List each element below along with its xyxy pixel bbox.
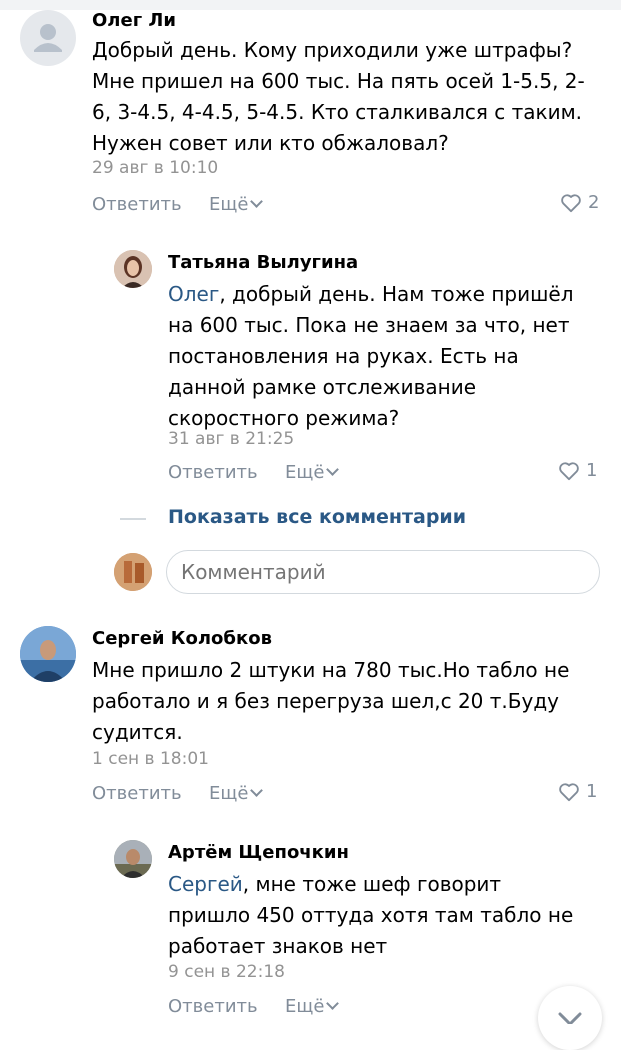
heart-icon: [559, 461, 579, 480]
reply-button[interactable]: Ответить: [92, 194, 182, 215]
avatar[interactable]: [114, 250, 152, 288]
current-user-avatar: [114, 553, 152, 591]
comment-date[interactable]: 29 авг в 10:10: [92, 158, 218, 178]
scroll-down-button[interactable]: [538, 986, 602, 1050]
reply-button[interactable]: Ответить: [92, 783, 182, 804]
comment-body: , добрый день. Нам тоже пришёл на 600 ты…: [168, 282, 574, 430]
like-button[interactable]: 2: [560, 192, 599, 213]
chevron-down-icon: [250, 195, 264, 208]
more-label: Ещё: [285, 462, 325, 483]
like-count: 2: [588, 192, 600, 213]
mention-link[interactable]: Олег: [168, 282, 219, 306]
comment-text: Сергей, мне тоже шеф говорит пришло 450 …: [168, 869, 588, 962]
comment-text: Добрый день. Кому приходили уже штрафы? …: [92, 38, 585, 155]
comment-date[interactable]: 9 сен в 22:18: [168, 962, 285, 982]
chevron-down-icon: [326, 463, 340, 476]
like-button[interactable]: 1: [558, 781, 597, 802]
show-all-comments-link[interactable]: Показать все комментарии: [168, 506, 466, 528]
more-label: Ещё: [285, 996, 325, 1017]
heart-icon: [561, 193, 581, 212]
comment-author[interactable]: Сергей Колобков: [92, 628, 272, 649]
comment-actions: Ответить Ещё 1: [92, 781, 602, 813]
top-band: [0, 0, 621, 10]
more-button[interactable]: Ещё: [285, 996, 340, 1017]
comment-text: Мне пришло 2 штуки на 780 тыс.Но табло н…: [92, 658, 570, 744]
more-button[interactable]: Ещё: [209, 194, 264, 215]
comment-author[interactable]: Артём Щепочкин: [168, 842, 349, 863]
user-photo: [114, 840, 152, 878]
chevron-down-icon: [250, 784, 264, 797]
avatar[interactable]: [20, 10, 76, 66]
user-photo: [114, 250, 152, 288]
more-label: Ещё: [209, 194, 249, 215]
mention-link[interactable]: Сергей: [168, 872, 243, 896]
reply-button[interactable]: Ответить: [168, 462, 258, 483]
avatar[interactable]: [114, 840, 152, 878]
like-count: 1: [586, 781, 598, 802]
more-label: Ещё: [209, 783, 249, 804]
comment-author[interactable]: Татьяна Вылугина: [168, 252, 358, 273]
comment-actions: Ответить Ещё 2: [92, 192, 602, 224]
comment-actions: Ответить Ещё: [168, 996, 528, 1026]
heart-icon: [559, 782, 579, 801]
avatar[interactable]: [20, 626, 76, 682]
chevron-down-icon: [558, 1012, 582, 1026]
user-photo: [20, 626, 76, 682]
comment-input[interactable]: [166, 550, 600, 594]
user-photo: [114, 553, 152, 591]
like-button[interactable]: 1: [558, 460, 597, 481]
more-button[interactable]: Ещё: [285, 462, 340, 483]
reply-button[interactable]: Ответить: [168, 996, 258, 1017]
default-user-avatar-icon: [34, 24, 62, 52]
comment-author[interactable]: Олег Ли: [92, 10, 176, 31]
comment-date[interactable]: 31 авг в 21:25: [168, 429, 294, 449]
chevron-down-icon: [326, 997, 340, 1010]
comment-date[interactable]: 1 сен в 18:01: [92, 749, 209, 769]
more-button[interactable]: Ещё: [209, 783, 264, 804]
like-count: 1: [586, 460, 598, 481]
comment-actions: Ответить Ещё 1: [168, 460, 602, 492]
comment-text: Олег, добрый день. Нам тоже пришёл на 60…: [168, 279, 598, 434]
divider: [120, 518, 146, 520]
